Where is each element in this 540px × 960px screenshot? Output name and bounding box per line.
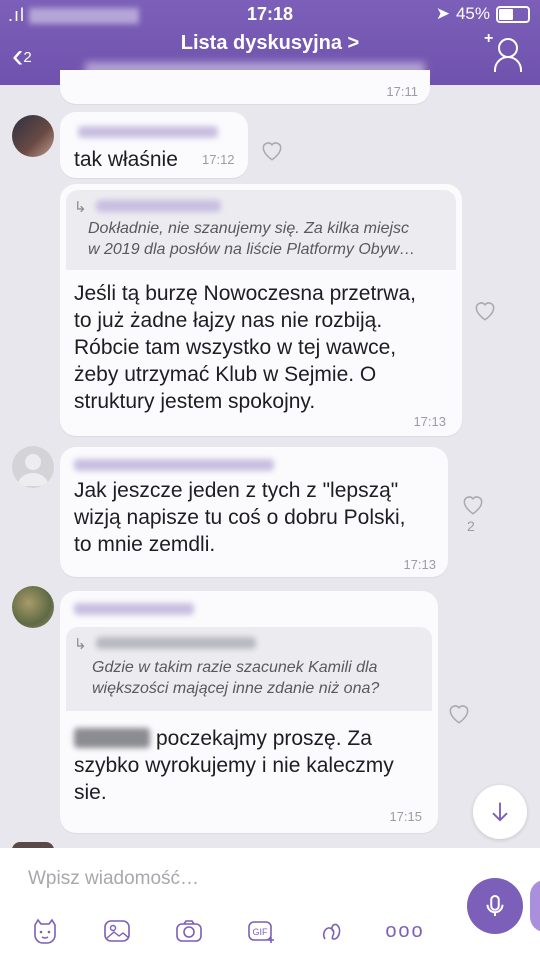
chat-title[interactable]: Lista dyskusyjna > [0, 32, 540, 55]
quoted-sender-redacted [96, 200, 221, 212]
message-time: 17:12 [202, 152, 235, 167]
message-input[interactable]: Wpisz wiadomość… [28, 868, 199, 890]
battery-icon [496, 5, 530, 23]
sender-name-redacted [74, 603, 194, 615]
camera-button[interactable] [170, 912, 208, 950]
add-user-button[interactable]: + [484, 30, 526, 74]
battery-percent: 45% [455, 4, 490, 23]
scroll-down-button[interactable] [473, 785, 527, 839]
message-time: 17:13 [403, 557, 436, 572]
message-text: Jak jeszcze jeden z tych z "lepszą" wizj… [74, 479, 406, 556]
sticker-button[interactable] [26, 912, 64, 950]
heart-icon[interactable] [259, 137, 285, 163]
status-right: ➤ 45% [436, 4, 530, 24]
avatar[interactable] [12, 446, 54, 488]
avatar[interactable] [12, 115, 54, 157]
message-time: 17:11 [386, 84, 418, 99]
heart-icon[interactable] [460, 491, 486, 517]
quoted-text: Gdzie w takim razie szacunek Kamili dla … [92, 659, 380, 697]
add-user-icon: + [484, 30, 494, 47]
sender-name-redacted [78, 126, 218, 138]
heart-icon[interactable] [446, 700, 472, 726]
arrow-down-icon [492, 802, 508, 822]
message-time: 17:13 [413, 414, 446, 429]
sender-name-redacted [74, 459, 274, 471]
send-button-partial[interactable] [530, 880, 540, 932]
doodle-button[interactable] [314, 912, 352, 950]
gif-button[interactable]: GIF [242, 912, 280, 950]
mic-icon [486, 895, 504, 916]
gallery-button[interactable] [98, 912, 136, 950]
message-bubble[interactable]: tak właśnie 17:12 [60, 112, 248, 178]
sticker-icon [34, 918, 56, 944]
message-text: poczekajmy proszę. Za szybko wyrokujemy … [74, 727, 394, 804]
avatar[interactable] [12, 586, 54, 628]
message-bubble[interactable]: ↳ Gdzie w takim razie szacunek Kamili dl… [60, 591, 438, 833]
message-bubble[interactable]: ↳ Dokładnie, nie szanujemy się. Za kilka… [60, 184, 462, 436]
gallery-icon [104, 920, 130, 942]
reply-arrow-icon: ↳ [74, 636, 87, 653]
quoted-message[interactable]: ↳ Gdzie w takim razie szacunek Kamili dl… [66, 627, 432, 711]
more-icon: ooo [385, 919, 425, 942]
location-icon: ➤ [435, 4, 450, 23]
message-text: tak właśnie [74, 148, 178, 171]
doodle-icon [322, 923, 341, 940]
gif-label: GIF [253, 927, 269, 937]
message-bubble[interactable]: 17:11 [60, 70, 430, 104]
message-text: Jeśli tą burzę Nowoczesna przetrwa, to j… [74, 282, 416, 413]
camera-icon [176, 920, 202, 942]
heart-icon[interactable] [472, 297, 498, 323]
more-button[interactable]: ooo [385, 912, 425, 950]
message-bubble[interactable]: Jak jeszcze jeden z tych z "lepszą" wizj… [60, 447, 448, 577]
like-count: 2 [467, 518, 475, 534]
gif-icon: GIF [248, 921, 274, 943]
quoted-message[interactable]: ↳ Dokładnie, nie szanujemy się. Za kilka… [66, 190, 456, 270]
reply-arrow-icon: ↳ [74, 199, 87, 216]
voice-message-button[interactable] [467, 878, 523, 934]
quoted-sender-redacted [96, 637, 256, 649]
message-time: 17:15 [389, 809, 422, 824]
quoted-text: Dokładnie, nie szanujemy się. Za kilka m… [88, 220, 416, 258]
